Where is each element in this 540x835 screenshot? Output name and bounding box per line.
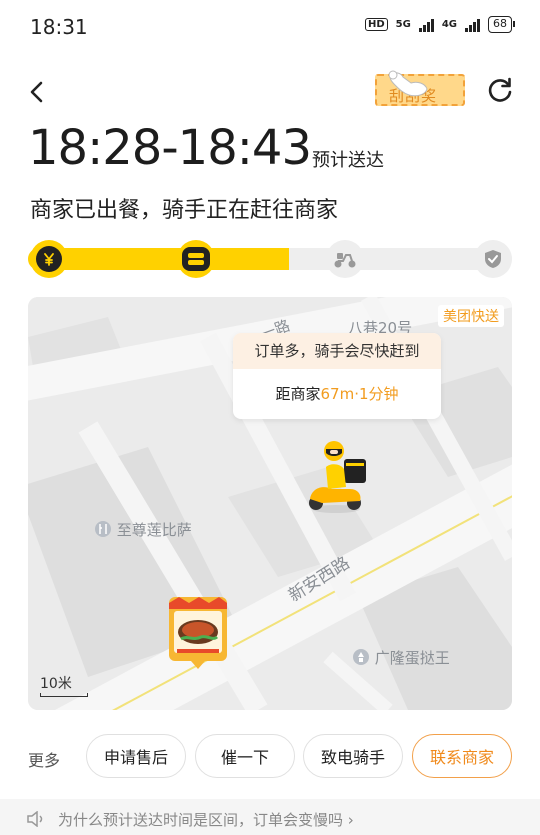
- merchant-marker-icon[interactable]: [167, 595, 229, 671]
- check-badge-icon: [485, 250, 501, 268]
- refresh-button[interactable]: [484, 74, 516, 106]
- yuan-icon: [44, 253, 54, 266]
- eta-time-range: 18:28-18:43: [28, 120, 312, 176]
- progress-step-food-ready: [177, 240, 215, 278]
- distance-info: 距商家67m·1分钟: [233, 369, 441, 419]
- poi-tart-label: 广隆蛋挞王: [374, 649, 450, 667]
- delivery-progress-bar: [28, 239, 512, 279]
- battery-icon: 68: [488, 16, 515, 33]
- progress-step-paid: [30, 240, 68, 278]
- order-status-text: 商家已出餐，骑手正在赶往商家: [30, 198, 339, 223]
- map-scale-label: 10米: [40, 676, 72, 692]
- store-pin-icon: [353, 649, 369, 665]
- system-status-bar: 18:31 HD 5G 4G 68: [0, 0, 540, 54]
- rider-info-bubble: 订单多，骑手会尽快赶到 距商家67m·1分钟: [233, 333, 441, 419]
- chevron-left-icon: [30, 81, 43, 103]
- clock: 18:31: [30, 15, 88, 39]
- faq-text: 为什么预计送达时间是区间，订单会变慢吗 ›: [58, 811, 354, 829]
- more-label: 更多: [28, 751, 61, 770]
- eta-label: 预计送达: [312, 150, 384, 171]
- pointing-hand-icon: [388, 70, 428, 97]
- speaker-icon: [27, 811, 43, 827]
- restaurant-pin-icon: [95, 521, 111, 537]
- eta-faq-link[interactable]: 为什么预计送达时间是区间，订单会变慢吗 ›: [0, 799, 540, 835]
- scooter-icon: [334, 253, 356, 268]
- lottery-scratch-button[interactable]: 刮刮奖: [375, 70, 465, 107]
- order-tracking-page: 刮刮奖 18:28-18:43 预计送达 商家已出餐，骑手正在赶往商家: [0, 54, 540, 835]
- busy-notice: 订单多，骑手会尽快赶到: [233, 333, 441, 369]
- signal-icon-2: [465, 18, 480, 32]
- map-scale-bar: [40, 693, 88, 697]
- back-button[interactable]: [22, 76, 54, 108]
- poi-pizza-label: 至尊莲比萨: [116, 521, 192, 539]
- status-icons: HD 5G 4G 68: [364, 16, 515, 33]
- urge-button[interactable]: 催一下: [195, 734, 295, 778]
- poi-tart: 广隆蛋挞王: [352, 647, 450, 668]
- progress-step-delivering: [326, 240, 364, 278]
- distance-value: 67m·1分钟: [320, 385, 399, 403]
- after-sales-button[interactable]: 申请售后: [86, 734, 186, 778]
- network-5g-label: 5G: [395, 18, 411, 30]
- contact-merchant-button[interactable]: 联系商家: [412, 734, 512, 778]
- signal-icon: [418, 18, 434, 32]
- rider-scooter-icon[interactable]: [302, 437, 372, 517]
- refresh-icon: [488, 77, 512, 102]
- distance-prefix: 距商家: [275, 385, 321, 403]
- progress-step-delivered: [474, 240, 512, 278]
- brand-tag: 美团快送: [438, 305, 504, 327]
- call-rider-button[interactable]: 致电骑手: [303, 734, 403, 778]
- delivery-map[interactable]: 美团快送 一路 八巷20号 订单多，骑手会尽快赶到 距商家67m·1分钟 至尊莲…: [28, 297, 512, 710]
- action-bar: 更多 申请售后 催一下 致电骑手 联系商家: [0, 734, 540, 782]
- poi-pizza: 至尊莲比萨: [94, 519, 192, 540]
- hd-icon: HD: [364, 18, 388, 31]
- network-4g-label: 4G: [441, 18, 457, 30]
- food-box-icon: [188, 253, 204, 265]
